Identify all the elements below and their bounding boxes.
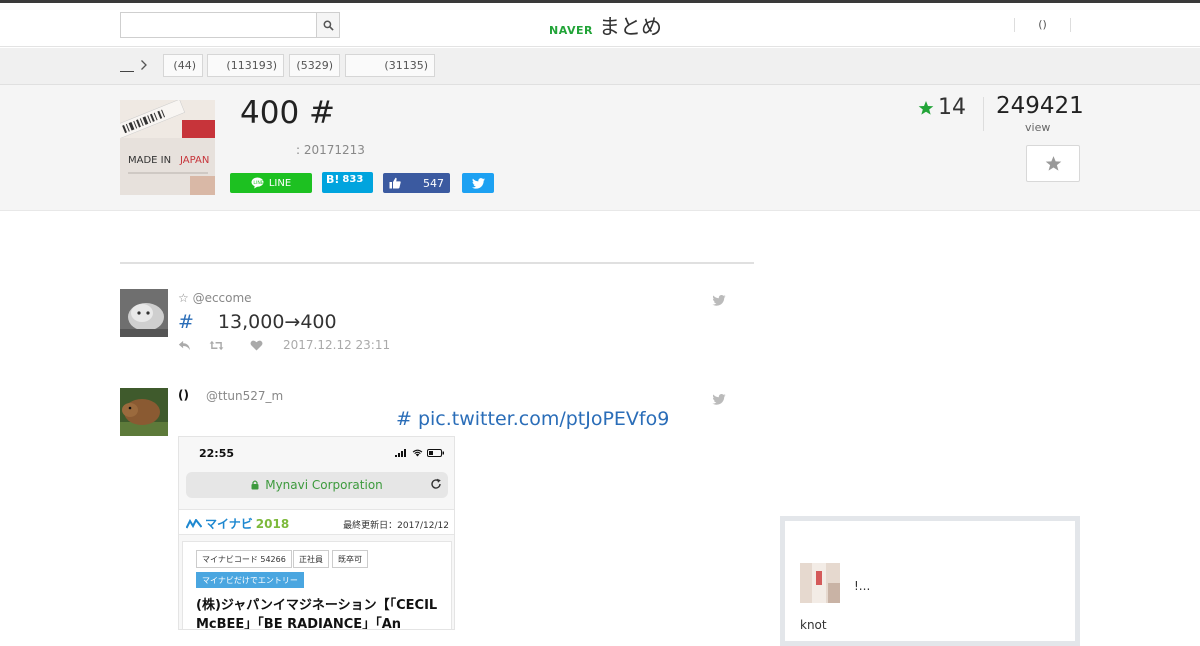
phone-job-card: マイナビコード 54266 正社員 既卒可 マイナビだけでエントリー (株)ジャ… — [182, 541, 452, 630]
favorite-count: 14 — [918, 95, 966, 120]
lock-icon — [251, 480, 259, 490]
share-facebook-button[interactable]: 547 — [383, 173, 450, 193]
job-tag: 既卒可 — [332, 550, 368, 568]
category-pill[interactable]: (44) — [163, 54, 203, 77]
twitter-bird-icon[interactable] — [712, 291, 726, 310]
breadcrumb-home[interactable] — [120, 58, 134, 72]
favorite-count-value: 14 — [938, 95, 966, 120]
stat-divider — [983, 97, 984, 131]
reload-icon — [431, 478, 441, 489]
logo-naver: NAVER — [549, 24, 593, 37]
tweet-text: #13,000→400 — [178, 311, 337, 333]
related-thumbnail[interactable] — [800, 563, 840, 603]
company-name: (株)ジャパンイマジネーション【「CECIL McBEE」「BE RADIANC… — [196, 598, 438, 630]
avatar[interactable] — [120, 289, 168, 337]
mynavi-year: 2018 — [255, 516, 290, 531]
signal-icon — [395, 449, 406, 457]
tweet-image[interactable]: 22:55 Mynavi Corporation マイナビ 2018 最終更新日：… — [178, 436, 455, 630]
hatena-count: 833 — [342, 174, 364, 185]
entry-badge: マイナビだけでエントリー — [196, 572, 304, 588]
mynavi-mark-icon — [186, 518, 202, 528]
share-line-button[interactable]: LINE LINE — [230, 173, 312, 193]
line-icon: LINE — [251, 177, 264, 189]
battery-icon — [427, 449, 444, 457]
avatar[interactable] — [120, 388, 168, 436]
thumbs-up-icon — [389, 177, 401, 189]
star-icon — [918, 100, 934, 115]
thumbnail-text-japan: JAPAN — [179, 155, 209, 166]
mynavi-brand: マイナビ — [205, 517, 253, 531]
view-label: view — [1025, 121, 1051, 134]
chevron-right-icon — [140, 59, 148, 74]
tweet-handle[interactable]: @ttun527_m — [206, 389, 283, 403]
article-date: : 20171213 — [296, 143, 365, 157]
tweet-actions: 2017.12.12 23:11 — [178, 338, 390, 352]
share-hatena-button[interactable]: B! 833 — [322, 172, 373, 193]
tweet-hashtag[interactable]: # — [178, 311, 194, 333]
view-count: 249421 — [996, 93, 1084, 119]
reply-icon[interactable] — [178, 340, 191, 351]
related-title[interactable]: !... — [854, 579, 870, 593]
phone-url-text: Mynavi Corporation — [265, 478, 383, 492]
logo-matome: まとめ — [598, 15, 662, 39]
job-tag: 正社員 — [293, 550, 329, 568]
site-header: NAVER まとめ () — [0, 3, 1200, 47]
tweet-author[interactable]: () — [178, 388, 189, 402]
article-thumbnail: MADE IN JAPAN — [120, 100, 215, 195]
share-twitter-button[interactable] — [462, 173, 494, 193]
search-icon — [323, 20, 334, 31]
category-pill[interactable]: (113193) — [207, 54, 284, 77]
user-menu[interactable]: () — [1014, 18, 1071, 32]
svg-text:LINE: LINE — [253, 180, 263, 186]
search-input[interactable] — [120, 12, 316, 38]
tweet-author[interactable]: ☆ @eccome — [178, 291, 252, 305]
site-logo[interactable]: NAVER まとめ — [549, 11, 662, 41]
tweet-body: 13,000→400 — [217, 311, 337, 333]
wifi-icon — [412, 449, 423, 457]
tweet-media-link[interactable]: # pic.twitter.com/ptJoPEVfo9 — [396, 408, 669, 430]
retweet-icon[interactable] — [209, 340, 224, 351]
category-bar: (44) (113193) (5329) (31135) — [0, 48, 1200, 85]
share-line-label: LINE — [268, 177, 292, 189]
hatena-icon: B! — [326, 173, 340, 186]
phone-site-header: マイナビ 2018 最終更新日：2017/12/12 — [179, 509, 454, 535]
mynavi-logo: マイナビ 2018 — [186, 515, 289, 532]
thumbnail-text-made-in: MADE IN — [128, 155, 171, 166]
tweet-card: ☆ @eccome #13,000→400 2017.12.12 23:11 — [120, 289, 730, 359]
phone-clock: 22:55 — [199, 447, 235, 460]
category-pill[interactable]: (31135) — [345, 54, 435, 77]
article-title: 400 # — [240, 95, 335, 131]
sidebar-related-box: !... knot — [780, 516, 1080, 646]
phone-updated-date: 最終更新日：2017/12/12 — [343, 521, 449, 531]
heart-icon[interactable] — [250, 340, 263, 351]
twitter-icon — [471, 177, 485, 189]
article-header: MADE IN JAPAN 400 # : 20171213 LINE LINE… — [0, 85, 1200, 211]
twitter-bird-icon[interactable] — [712, 390, 726, 409]
phone-status-icons — [395, 449, 445, 457]
category-pill[interactable]: (5329) — [289, 54, 340, 77]
star-icon — [1045, 156, 1061, 171]
tweet-card: () @ttun527_m # pic.twitter.com/ptJoPEVf… — [120, 388, 730, 436]
job-tag: マイナビコード 54266 — [196, 550, 292, 568]
search-button[interactable] — [316, 12, 340, 38]
tweet-timestamp[interactable]: 2017.12.12 23:11 — [283, 338, 390, 352]
phone-url-bar: Mynavi Corporation — [186, 472, 448, 498]
add-favorite-button[interactable] — [1026, 145, 1080, 182]
content-divider — [120, 262, 754, 264]
facebook-count: 547 — [423, 176, 444, 190]
